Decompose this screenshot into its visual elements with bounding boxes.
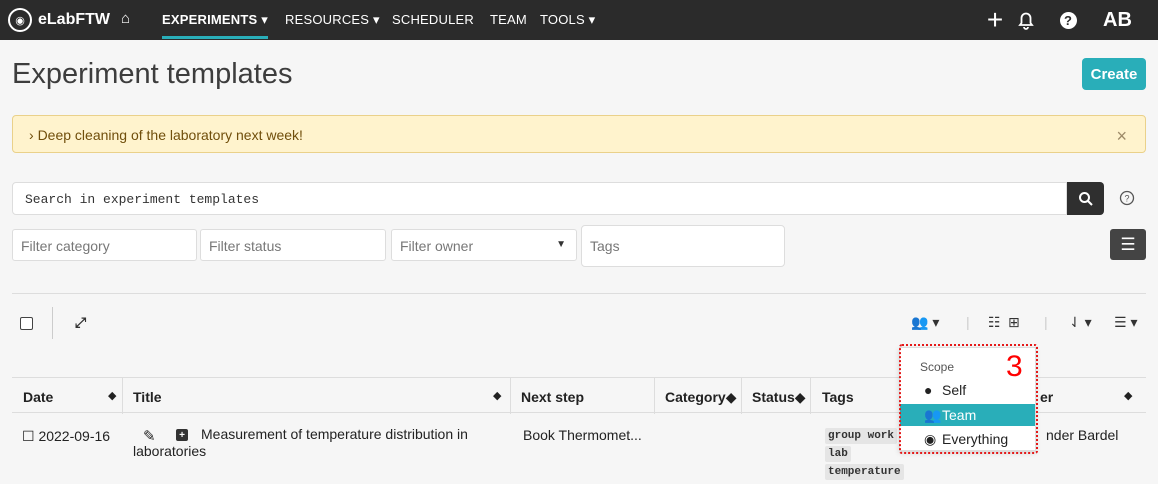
- search-button[interactable]: [1067, 182, 1104, 215]
- limit-icon[interactable]: ☰ ▾: [1114, 314, 1137, 331]
- svg-text:?: ?: [1124, 194, 1129, 204]
- create-button[interactable]: Create: [1082, 58, 1146, 90]
- divider: [12, 293, 1146, 294]
- announcement-banner: › Deep cleaning of the laboratory next w…: [12, 115, 1146, 153]
- column-divider: [654, 378, 655, 414]
- expand-icon[interactable]: ⤢: [75, 314, 86, 331]
- row-next-step: Book Thermomet...: [523, 427, 642, 443]
- column-divider: [741, 378, 742, 414]
- sort-icon[interactable]: ◆: [493, 389, 501, 402]
- table-view-icon[interactable]: ⊞: [1008, 314, 1020, 331]
- filter-status[interactable]: Filter status: [200, 229, 386, 261]
- nav-resources[interactable]: RESOURCES ▾: [285, 12, 380, 28]
- notice-text[interactable]: › Deep cleaning of the laboratory next w…: [29, 127, 303, 143]
- sort-icon[interactable]: ◆: [108, 389, 116, 402]
- toolbar-divider: |: [966, 314, 970, 330]
- help-icon[interactable]: ?: [1057, 0, 1079, 40]
- home-icon[interactable]: ⌂: [121, 10, 130, 27]
- nav-tools[interactable]: TOOLS ▾: [540, 12, 595, 28]
- filter-owner[interactable]: Filter owner ▼: [391, 229, 577, 261]
- sort-icon[interactable]: ⇃ ▾: [1069, 314, 1092, 331]
- header-tags[interactable]: Tags: [822, 389, 854, 405]
- header-owner[interactable]: er: [1040, 389, 1053, 405]
- toolbar-divider: [52, 307, 53, 339]
- row-title[interactable]: Measurement of temperature distribution …: [133, 426, 493, 460]
- scope-button[interactable]: 👥 ▾: [911, 314, 939, 331]
- column-divider: [122, 378, 123, 414]
- team-icon: 👥: [911, 314, 929, 330]
- row-date[interactable]: ☐ 2022-09-16: [22, 428, 110, 445]
- search-input[interactable]: Search in experiment templates: [12, 182, 1067, 215]
- nav-team[interactable]: TEAM: [490, 12, 527, 27]
- row-owner: nder Bardel: [1046, 427, 1119, 443]
- tags-filter[interactable]: Tags: [581, 225, 785, 267]
- list-view-icon[interactable]: ☷: [988, 314, 1001, 331]
- toolbar-divider: |: [1044, 314, 1048, 330]
- column-divider: [810, 378, 811, 414]
- header-category[interactable]: Category◆: [665, 389, 736, 406]
- sort-icon[interactable]: ◆: [1124, 389, 1132, 402]
- bell-icon[interactable]: [1014, 0, 1038, 40]
- top-navbar: ◉ eLabFTW ⌂ EXPERIMENTS ▾ RESOURCES ▾ SC…: [0, 0, 1158, 40]
- plus-icon[interactable]: +: [983, 0, 1007, 40]
- brand-link[interactable]: ◉ eLabFTW: [8, 6, 110, 34]
- header-status[interactable]: Status◆: [752, 389, 806, 406]
- nav-experiments[interactable]: EXPERIMENTS ▾: [162, 12, 268, 39]
- filter-category[interactable]: Filter category: [12, 229, 197, 261]
- brand-name: eLabFTW: [38, 11, 110, 28]
- settings-icon[interactable]: ☰: [1110, 229, 1146, 260]
- select-all-checkbox[interactable]: [20, 317, 33, 330]
- step-number: 3: [1006, 350, 1023, 383]
- column-divider: [510, 378, 511, 414]
- header-next-step[interactable]: Next step: [521, 389, 584, 405]
- chevron-down-icon: ▼: [556, 239, 566, 250]
- tag-lab[interactable]: lab: [825, 446, 851, 462]
- user-avatar[interactable]: AB: [1103, 0, 1132, 40]
- help-icon[interactable]: ?: [1117, 188, 1137, 208]
- search-placeholder: Search in experiment templates: [25, 192, 260, 207]
- tag-temperature[interactable]: temperature: [825, 464, 904, 480]
- tag-group-work[interactable]: group work: [825, 428, 898, 444]
- page-title: Experiment templates: [12, 58, 293, 90]
- header-title[interactable]: Title: [133, 389, 162, 405]
- nav-scheduler[interactable]: SCHEDULER: [392, 12, 474, 27]
- close-icon[interactable]: ×: [1116, 126, 1127, 147]
- logo-icon: ◉: [8, 8, 32, 32]
- header-date[interactable]: Date: [23, 389, 53, 405]
